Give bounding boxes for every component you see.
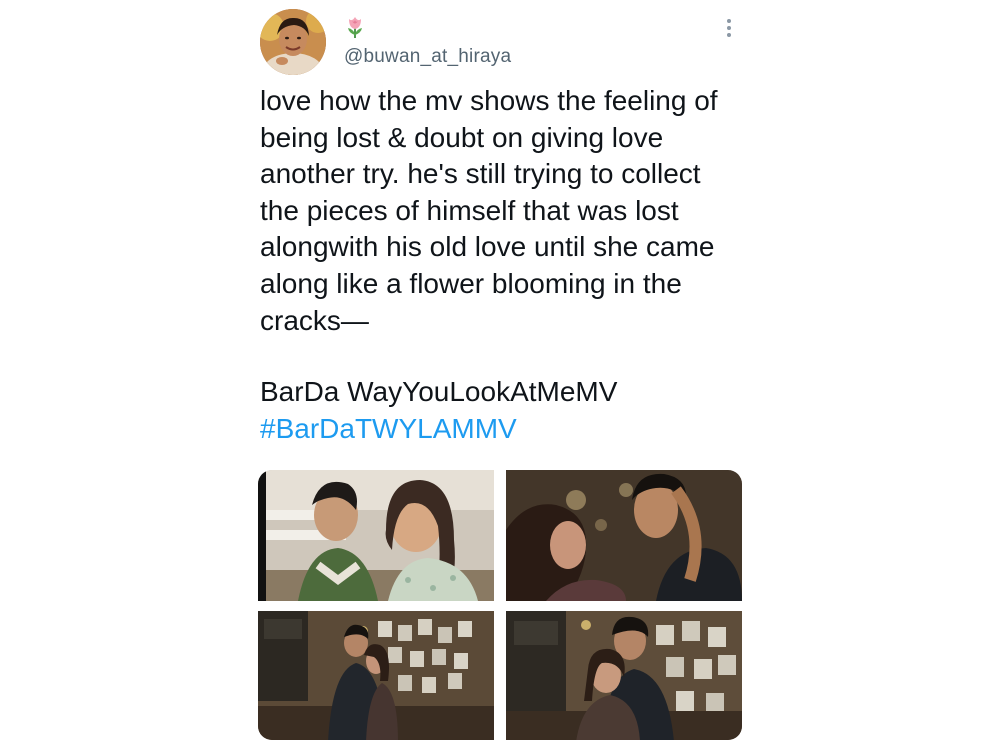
dot	[727, 26, 731, 30]
more-options-icon[interactable]	[720, 16, 738, 40]
dot	[727, 33, 731, 37]
hashtag-link[interactable]: #BarDaTWYLAMMV	[260, 411, 517, 448]
media-grid	[258, 470, 742, 740]
media-photo-4[interactable]	[506, 611, 742, 740]
user-handle[interactable]: @buwan_at_hiraya	[344, 46, 511, 68]
tulip-icon	[344, 15, 366, 39]
media-photo-3[interactable]	[258, 611, 494, 740]
dot	[727, 19, 731, 23]
tweet-card: @buwan_at_hiraya love how the mv shows t…	[258, 0, 742, 750]
media-photo-1[interactable]	[258, 470, 494, 601]
avatar[interactable]	[260, 9, 326, 75]
tweet-text: love how the mv shows the feeling of bei…	[260, 85, 718, 336]
tweet-tag-line: BarDa WayYouLookAtMeMV	[260, 376, 618, 407]
media-photo-2[interactable]	[506, 470, 742, 601]
